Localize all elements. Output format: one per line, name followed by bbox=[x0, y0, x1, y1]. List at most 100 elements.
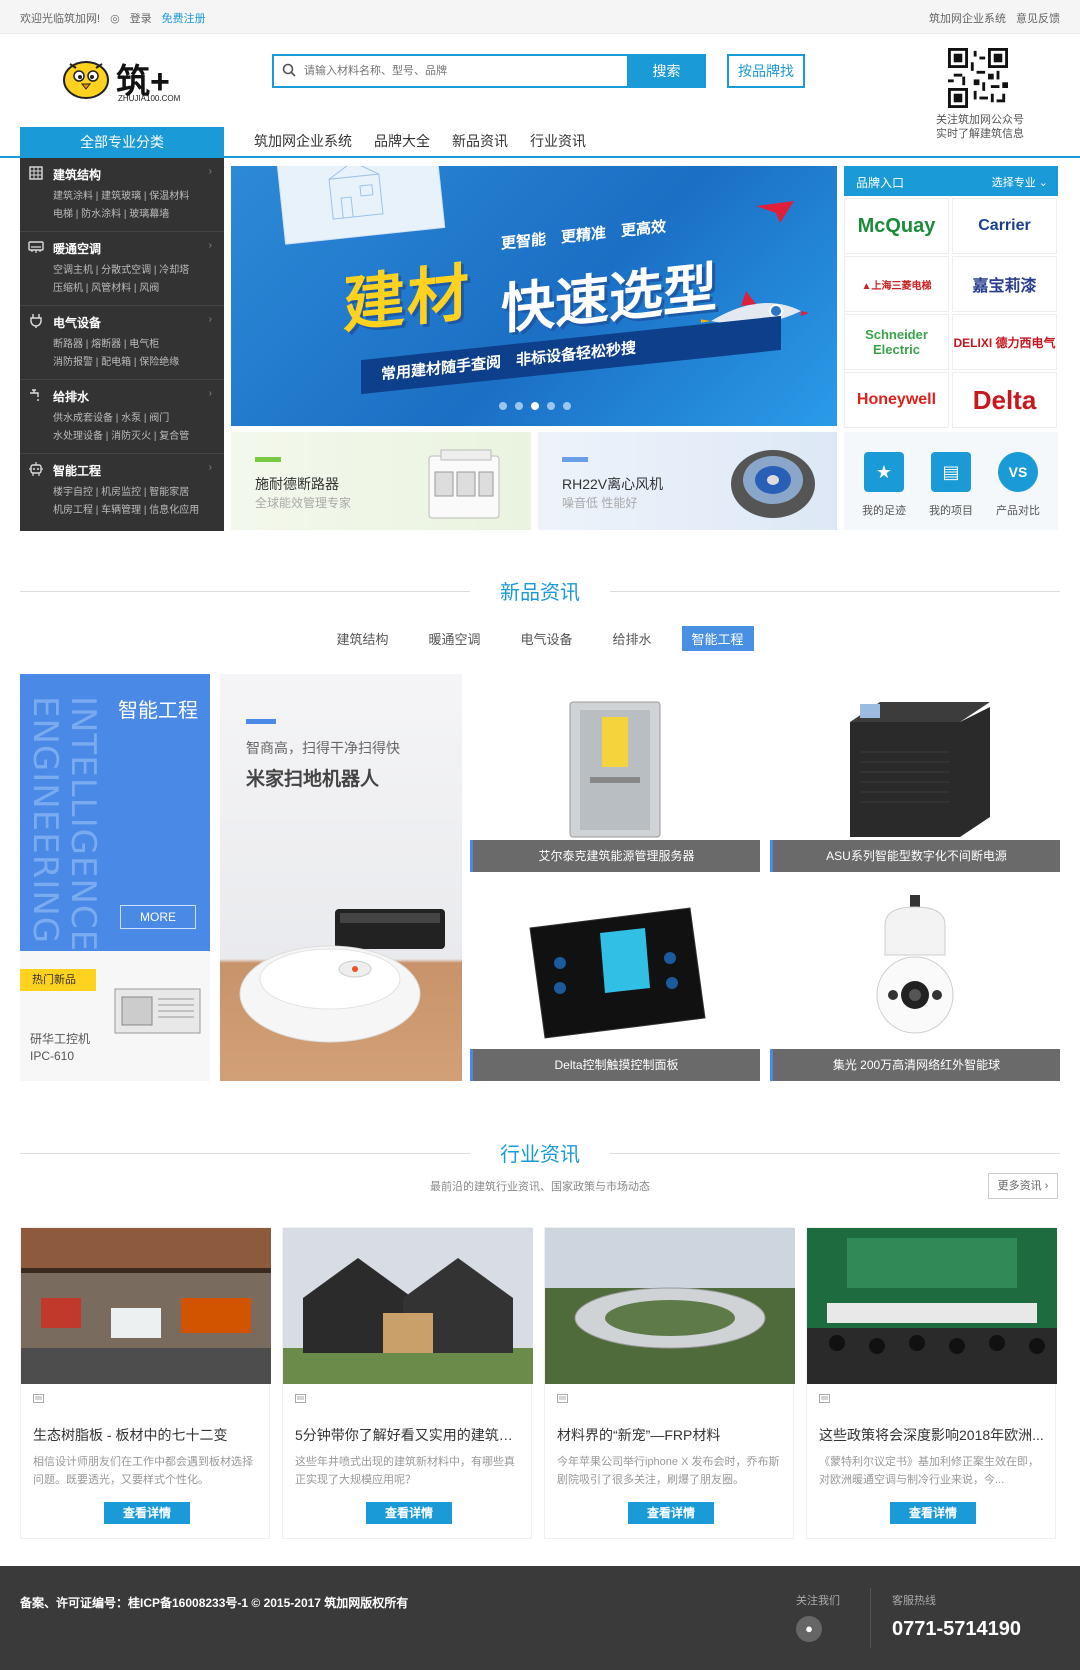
nav-brands[interactable]: 品牌大全 bbox=[374, 131, 430, 151]
category-subitems[interactable]: 消防报警 | 配电箱 | 保险绝缘 bbox=[53, 354, 179, 371]
brand-panel-title: 品牌入口 bbox=[856, 176, 905, 190]
product-card[interactable]: ASU系列智能型数字化不间断电源 bbox=[770, 674, 1060, 872]
login-link[interactable]: 登录 bbox=[130, 10, 152, 26]
news-card[interactable]: 生态树脂板 - 板材中的七十二变 相信设计师朋友们在工作中都会遇到板材选择问题。… bbox=[20, 1227, 271, 1539]
tab-hvac[interactable]: 暖通空调 bbox=[418, 626, 490, 651]
category-subitems[interactable]: 供水成套设备 | 水泵 | 阀门 bbox=[53, 410, 169, 427]
energy-server-image bbox=[569, 701, 661, 838]
product-caption: Delta控制触摸控制面板 bbox=[470, 1049, 760, 1081]
promo-centrifugal-fan[interactable]: RH22V离心风机 噪音低 性能好 bbox=[538, 432, 837, 530]
category-subitems[interactable]: 断路器 | 熔断器 | 电气柜 bbox=[53, 336, 159, 353]
all-categories-button[interactable]: 全部专业分类 bbox=[20, 127, 224, 158]
carousel-dot[interactable] bbox=[547, 402, 555, 410]
view-details-button[interactable]: 查看详情 bbox=[628, 1502, 714, 1524]
category-title: 暖通空调 bbox=[53, 242, 102, 256]
quick-link-label: 产品对比 bbox=[996, 505, 1040, 517]
promo-accent-bar bbox=[255, 457, 281, 462]
new-products-heading: 新品资讯 bbox=[20, 576, 1060, 606]
hero-banner[interactable]: 更智能 更精准 更高效 建材 快速选型 常用建材随手查阅 非标设备轻松秒搜 bbox=[231, 166, 837, 426]
nav-industry-news[interactable]: 行业资讯 bbox=[530, 131, 586, 151]
carousel-dot[interactable] bbox=[499, 402, 507, 410]
category-subitems[interactable]: 电梯 | 防水涂料 | 玻璃幕墙 bbox=[53, 206, 169, 223]
carousel-dot[interactable] bbox=[563, 402, 571, 410]
view-details-button[interactable]: 查看详情 bbox=[366, 1502, 452, 1524]
main-nav: 筑加网企业系统 品牌大全 新品资讯 行业资讯 bbox=[254, 131, 586, 151]
product-card[interactable]: 艾尔泰克建筑能源管理服务器 bbox=[470, 674, 760, 872]
news-description: 今年苹果公司举行iphone X 发布会时，乔布斯剧院吸引了很多关注，刷爆了朋友… bbox=[557, 1456, 780, 1486]
feature-card-smart-engineering[interactable]: INTELLIGENCE ENGINEERING 智能工程 MORE bbox=[20, 674, 210, 951]
category-subitems[interactable]: 压缩机 | 风管材料 | 风阀 bbox=[53, 280, 159, 297]
enterprise-system-link[interactable]: 筑加网企业系统 bbox=[929, 10, 1006, 26]
news-image-lounge bbox=[21, 1228, 271, 1384]
feedback-link[interactable]: 意见反馈 bbox=[1016, 10, 1060, 26]
nav-enterprise-system[interactable]: 筑加网企业系统 bbox=[254, 131, 352, 151]
product-card[interactable]: Delta控制触摸控制面板 bbox=[470, 883, 760, 1081]
category-subitems[interactable]: 水处理设备 | 消防灭火 | 复合管 bbox=[53, 428, 189, 445]
brand-logo-3[interactable]: ▲上海三菱电梯 bbox=[844, 256, 949, 312]
carousel-dot-active[interactable] bbox=[531, 402, 539, 410]
promo-subtitle: 全球能效管理专家 bbox=[255, 496, 352, 510]
news-card[interactable]: 材料界的“新宠”—FRP材料 今年苹果公司举行iphone X 发布会时，乔布斯… bbox=[544, 1227, 795, 1539]
industrial-pc-image bbox=[114, 988, 201, 1034]
tab-electrical[interactable]: 电气设备 bbox=[510, 626, 582, 651]
brand-grid: McQuay Carrier ▲上海三菱电梯 嘉宝莉漆 Schneider Electr… bbox=[844, 198, 1058, 430]
promo-subtitle: 噪音低 性能好 bbox=[562, 496, 638, 510]
robot-vacuum-card[interactable]: 智商高，扫得干净扫得快 米家扫地机器人 bbox=[220, 674, 462, 1081]
category-title: 给排水 bbox=[53, 390, 90, 404]
news-image-conference bbox=[807, 1228, 1057, 1384]
footprint-link[interactable]: ★ 我的足迹 bbox=[854, 452, 914, 518]
category-building-structure[interactable]: 建筑结构 › 建筑涂料 | 建筑玻璃 | 保温材料 电梯 | 防水涂料 | 玻璃… bbox=[20, 158, 224, 232]
qr-caption-line2: 实时了解建筑信息 bbox=[936, 128, 1024, 140]
news-card[interactable]: 这些政策将会深度影响2018年欧洲... 《蒙特利尔议定书》基加利修正案生效在即… bbox=[806, 1227, 1057, 1539]
category-electrical[interactable]: 电气设备 › 断路器 | 熔断器 | 电气柜 消防报警 | 配电箱 | 保险绝缘 bbox=[20, 306, 224, 380]
news-title[interactable]: 5分钟带你了解好看又实用的建筑新... bbox=[295, 1425, 523, 1445]
view-details-button[interactable]: 查看详情 bbox=[104, 1502, 190, 1524]
brand-logo-4[interactable]: 嘉宝莉漆 bbox=[952, 256, 1057, 312]
news-card[interactable]: 5分钟带你了解好看又实用的建筑新... 这些年井喷式出现的建筑新材料中，有哪些真… bbox=[282, 1227, 533, 1539]
my-projects-link[interactable]: ▤ 我的项目 bbox=[921, 452, 981, 518]
more-button[interactable]: MORE bbox=[120, 905, 196, 929]
hot-product-card[interactable]: 热门新品 研华工控机 IPC-610 bbox=[20, 951, 210, 1081]
nav-new-products[interactable]: 新品资讯 bbox=[452, 131, 508, 151]
brand-logo-1[interactable]: McQuay bbox=[844, 198, 949, 254]
category-plumbing[interactable]: 给排水 › 供水成套设备 | 水泵 | 阀门 水处理设备 | 消防灭火 | 复合… bbox=[20, 380, 224, 454]
brand-logo-8[interactable]: Delta bbox=[952, 372, 1057, 428]
news-title[interactable]: 这些政策将会深度影响2018年欧洲... bbox=[819, 1425, 1047, 1445]
brand-logo-7[interactable]: Honeywell bbox=[844, 372, 949, 428]
tab-plumbing[interactable]: 给排水 bbox=[603, 626, 662, 651]
folder-icon: ▤ bbox=[931, 452, 971, 492]
product-card[interactable]: 集光 200万高清网络红外智能球 bbox=[770, 883, 1060, 1081]
category-subitems[interactable]: 建筑涂料 | 建筑玻璃 | 保温材料 bbox=[53, 188, 189, 205]
brand-logo-6[interactable]: DELIXI 德力西电气 bbox=[952, 314, 1057, 370]
site-logo[interactable]: 筑+ ZHUJIA100.COM bbox=[56, 52, 196, 108]
category-smart-engineering[interactable]: 智能工程 › 楼宇自控 | 机房监控 | 智能家居 机房工程 | 车辆管理 | … bbox=[20, 454, 224, 528]
search-input[interactable] bbox=[304, 62, 634, 80]
carousel-dot[interactable] bbox=[515, 402, 523, 410]
hot-product-name-line1: 研华工控机 bbox=[30, 1032, 91, 1046]
wechat-icon[interactable]: ● bbox=[796, 1616, 822, 1642]
register-link[interactable]: 免费注册 bbox=[162, 10, 206, 26]
category-subitems[interactable]: 机房工程 | 车辆管理 | 信息化应用 bbox=[53, 502, 199, 519]
category-subitems[interactable]: 楼宇自控 | 机房监控 | 智能家居 bbox=[53, 484, 189, 501]
more-news-button[interactable]: 更多资讯 › bbox=[988, 1173, 1058, 1199]
qr-caption-line1: 关注筑加网公众号 bbox=[936, 114, 1024, 126]
tab-smart-engineering[interactable]: 智能工程 bbox=[681, 626, 754, 651]
news-title[interactable]: 生态树脂板 - 板材中的七十二变 bbox=[33, 1425, 261, 1445]
tab-building-structure[interactable]: 建筑结构 bbox=[326, 626, 398, 651]
news-title[interactable]: 材料界的“新宠”—FRP材料 bbox=[557, 1425, 785, 1445]
new-products-tabs: 建筑结构 暖通空调 电气设备 给排水 智能工程 bbox=[20, 626, 1060, 651]
chevron-right-icon: › bbox=[208, 462, 212, 473]
brand-logo-5[interactable]: Schneider Electric bbox=[844, 314, 949, 370]
product-compare-link[interactable]: VS 产品对比 bbox=[988, 452, 1048, 518]
find-by-brand-button[interactable]: 按品牌找 bbox=[727, 54, 805, 88]
search-button[interactable]: 搜索 bbox=[627, 54, 706, 88]
category-subitems[interactable]: 空调主机 | 分散式空调 | 冷却塔 bbox=[53, 262, 189, 279]
promo-schneider-breaker[interactable]: 施耐德断路器 全球能效管理专家 bbox=[231, 432, 531, 530]
industry-news-heading: 行业资讯 bbox=[20, 1138, 1060, 1168]
brand-logo-2[interactable]: Carrier bbox=[952, 198, 1057, 254]
category-hvac[interactable]: 暖通空调 › 空调主机 | 分散式空调 | 冷却塔 压缩机 | 风管材料 | 风… bbox=[20, 232, 224, 306]
select-specialty-dropdown[interactable]: 选择专业 ⌄ bbox=[992, 174, 1048, 190]
ups-image bbox=[850, 702, 990, 837]
hotline-label: 客服热线 bbox=[892, 1595, 936, 1607]
view-details-button[interactable]: 查看详情 bbox=[890, 1502, 976, 1524]
